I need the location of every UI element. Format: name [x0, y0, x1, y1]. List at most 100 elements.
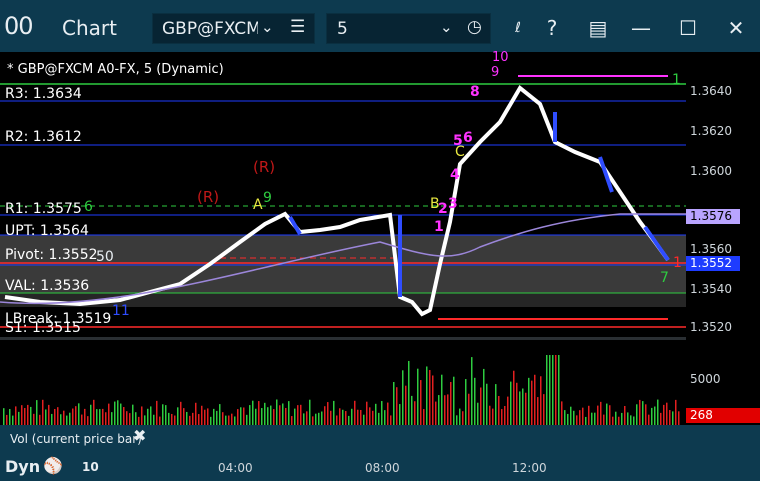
volume-bar — [171, 413, 173, 425]
volume-bar — [90, 404, 92, 425]
volume-bar — [9, 409, 11, 425]
volume-bar — [291, 416, 293, 425]
count-marker: 9 — [491, 65, 500, 80]
volume-bar — [426, 366, 428, 425]
s1-label: S1: 1.3515 — [5, 320, 81, 336]
volume-bar — [117, 400, 119, 425]
maximize-icon[interactable]: ☐ — [673, 13, 703, 43]
volume-bar — [270, 405, 272, 425]
volume-bar — [456, 415, 458, 425]
volume-bar — [135, 412, 137, 425]
volume-bar — [348, 415, 350, 425]
volume-bar — [192, 412, 194, 425]
volume-bar — [144, 415, 146, 425]
volume-bar — [228, 415, 230, 425]
chart-app-icon: 00 — [4, 12, 34, 40]
lock-icon[interactable]: ⚾ — [43, 456, 63, 475]
volume-bar — [126, 411, 128, 425]
help-icon[interactable]: ? — [537, 13, 567, 43]
volume-bar — [402, 370, 404, 425]
val-label: VAL: 1.3536 — [5, 278, 90, 294]
volume-chart-svg — [3, 355, 680, 425]
volume-bar — [420, 380, 422, 425]
volume-bar — [210, 416, 212, 425]
volume-bar — [282, 403, 284, 425]
symbol-selector[interactable]: GBP@FXCM ⌄ ☰ — [152, 13, 315, 44]
volume-bar — [393, 382, 395, 425]
volume-bar — [564, 410, 566, 425]
volume-legend-bar: Vol (current price bar) ✖ — [0, 425, 760, 452]
volume-bar — [453, 376, 455, 425]
volume-bar — [390, 415, 392, 425]
volume-bar — [387, 402, 389, 425]
draw-icon[interactable]: ℓ — [503, 13, 533, 43]
minimize-icon[interactable]: — — [626, 13, 656, 43]
close-icon[interactable]: ✕ — [721, 13, 751, 43]
volume-bar — [180, 401, 182, 425]
volume-bar — [675, 399, 677, 425]
volume-bar — [147, 408, 149, 425]
volume-bar — [141, 406, 143, 425]
volume-bar — [84, 408, 86, 425]
volume-bar — [219, 404, 221, 425]
volume-bar — [630, 415, 632, 425]
volume-bar — [480, 387, 482, 425]
last-price-badge: 1.3576 — [686, 209, 740, 224]
volume-bar — [444, 395, 446, 425]
volume-plot[interactable] — [0, 340, 686, 425]
volume-bar — [237, 409, 239, 425]
volume-bar — [168, 412, 170, 425]
dynamic-mode-label[interactable]: Dyn — [5, 457, 40, 476]
price-plot[interactable] — [0, 52, 686, 337]
title-bar: 00 Chart GBP@FXCM ⌄ ☰ 5 ⌄ ◷ ℓ ? ▤ — ☐ ✕ — [0, 0, 760, 52]
volume-bar — [441, 374, 443, 425]
volume-bar — [246, 414, 248, 425]
volume-bar — [570, 406, 572, 425]
volume-bar — [591, 412, 593, 425]
pivot-label: Pivot: 1.3552 — [5, 247, 98, 263]
volume-bar — [258, 401, 260, 425]
volume-bar — [72, 408, 74, 425]
interval-value: 5 — [337, 19, 348, 39]
chevron-down-icon[interactable]: ⌄ — [261, 18, 274, 36]
volume-bar — [165, 405, 167, 425]
volume-bar — [555, 355, 557, 425]
clock-icon[interactable]: ◷ — [467, 17, 482, 37]
volume-bar — [597, 405, 599, 425]
volume-bar — [123, 407, 125, 425]
volume-bar — [447, 394, 449, 425]
volume-bar — [414, 401, 416, 425]
time-tick: 12:00 — [512, 461, 547, 475]
volume-bar — [561, 401, 563, 425]
price-axis[interactable] — [686, 52, 760, 425]
r1-label: R1: 1.3575 — [5, 201, 82, 217]
count-marker: 8 — [470, 84, 480, 100]
volume-bar — [153, 414, 155, 425]
volume-bar — [627, 412, 629, 425]
price-tick: 1.3520 — [690, 320, 732, 334]
volume-bar — [225, 415, 227, 425]
volume-bar — [273, 409, 275, 425]
volume-bar — [633, 416, 635, 425]
volume-bar — [540, 376, 542, 425]
volume-bar — [207, 408, 209, 425]
volume-bar — [288, 401, 290, 425]
volume-bar — [660, 412, 662, 425]
menu-icon[interactable]: ☰ — [290, 17, 305, 37]
day-label: 10 — [82, 460, 99, 474]
layout-icon[interactable]: ▤ — [583, 13, 613, 43]
volume-bar — [45, 409, 47, 425]
close-icon[interactable]: ✖ — [133, 426, 146, 445]
volume-bar — [93, 399, 95, 425]
count-marker: 2 — [438, 201, 448, 217]
volume-bar — [186, 411, 188, 425]
volume-bar — [105, 412, 107, 425]
volume-bar — [396, 387, 398, 425]
volume-bar — [645, 404, 647, 425]
chevron-down-icon[interactable]: ⌄ — [440, 18, 453, 36]
interval-selector[interactable]: 5 ⌄ ◷ — [326, 13, 491, 44]
volume-bar — [195, 402, 197, 425]
volume-bar — [60, 414, 62, 425]
volume-bar — [669, 410, 671, 425]
volume-bar — [360, 409, 362, 425]
